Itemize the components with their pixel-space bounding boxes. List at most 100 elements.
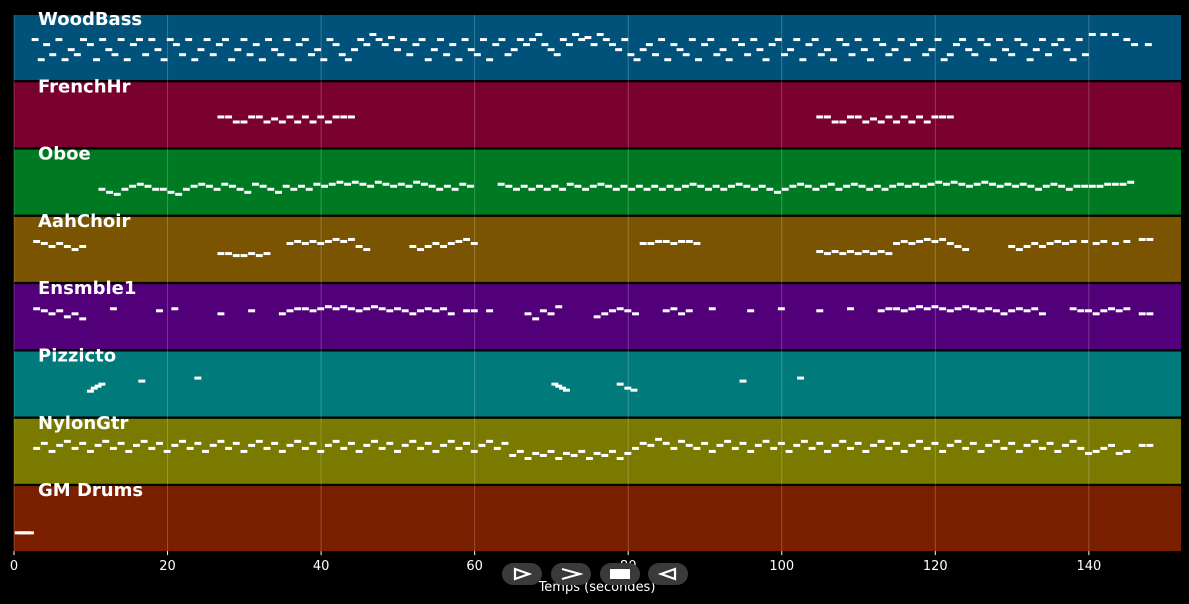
note	[332, 237, 340, 241]
note	[1100, 239, 1108, 243]
note	[908, 241, 916, 245]
stop-button[interactable]	[600, 563, 640, 585]
lane-woodbass	[14, 15, 1181, 80]
note	[647, 241, 655, 245]
lane-frenchhr	[14, 82, 1181, 148]
note	[1069, 307, 1077, 311]
note	[61, 58, 69, 62]
note	[916, 115, 924, 119]
playback-controls	[502, 563, 692, 587]
note	[351, 180, 359, 184]
note	[123, 58, 131, 62]
note	[387, 36, 395, 40]
note	[314, 48, 322, 52]
note	[877, 309, 885, 313]
note	[37, 58, 45, 62]
note	[255, 254, 263, 258]
note	[43, 43, 51, 47]
note	[916, 38, 924, 42]
note	[417, 309, 424, 313]
note	[338, 53, 346, 57]
note	[171, 443, 179, 447]
note	[73, 53, 81, 57]
note	[1050, 182, 1058, 186]
note	[797, 376, 805, 380]
note	[747, 449, 755, 453]
note	[983, 43, 991, 47]
note	[831, 443, 839, 447]
note	[351, 48, 358, 52]
note	[582, 187, 590, 191]
note	[328, 182, 336, 186]
note	[363, 307, 371, 311]
note	[908, 307, 916, 311]
note	[232, 441, 240, 445]
note	[221, 182, 229, 186]
note	[217, 439, 225, 443]
note	[1038, 245, 1046, 249]
note	[301, 241, 309, 245]
note	[1019, 182, 1027, 186]
note	[363, 248, 371, 252]
note	[754, 443, 762, 447]
note	[252, 182, 259, 186]
note	[381, 43, 389, 47]
note	[378, 307, 386, 311]
note	[854, 252, 862, 256]
note	[1085, 451, 1092, 455]
note	[461, 38, 469, 42]
note	[301, 446, 309, 450]
note	[1085, 309, 1092, 313]
note	[409, 245, 417, 249]
note	[903, 58, 911, 62]
note	[827, 182, 835, 186]
play-button[interactable]	[502, 563, 542, 585]
note	[63, 315, 71, 319]
note	[317, 115, 325, 119]
note	[1111, 33, 1119, 37]
note	[156, 441, 163, 445]
note	[862, 120, 870, 124]
note	[1081, 184, 1089, 188]
note	[566, 182, 574, 186]
note	[704, 187, 712, 191]
note	[816, 115, 824, 119]
note	[658, 38, 666, 42]
note	[858, 184, 866, 188]
note	[893, 441, 900, 445]
note	[179, 53, 186, 57]
note	[862, 250, 870, 254]
note	[593, 451, 601, 455]
note	[804, 184, 812, 188]
note	[816, 441, 824, 445]
note	[682, 53, 690, 57]
note	[946, 115, 954, 119]
note	[1015, 449, 1023, 453]
note	[283, 38, 291, 42]
note	[1012, 184, 1020, 188]
note	[148, 38, 156, 42]
note	[989, 58, 997, 62]
back-button[interactable]	[648, 563, 688, 585]
note	[954, 307, 962, 311]
note	[156, 309, 163, 313]
note	[228, 184, 236, 188]
note	[958, 182, 966, 186]
note	[509, 453, 517, 457]
note	[1035, 187, 1043, 191]
x-tick-label: 140	[1076, 559, 1101, 574]
forward-button[interactable]	[551, 563, 591, 585]
note	[1031, 307, 1039, 311]
note	[1063, 48, 1071, 52]
note	[1138, 443, 1146, 447]
note	[336, 180, 344, 184]
note	[566, 43, 573, 47]
note	[1146, 237, 1154, 241]
note	[762, 439, 770, 443]
note	[248, 309, 256, 313]
note	[347, 237, 355, 241]
note	[719, 48, 727, 52]
note	[632, 312, 639, 316]
note	[916, 439, 924, 443]
note	[885, 446, 893, 450]
